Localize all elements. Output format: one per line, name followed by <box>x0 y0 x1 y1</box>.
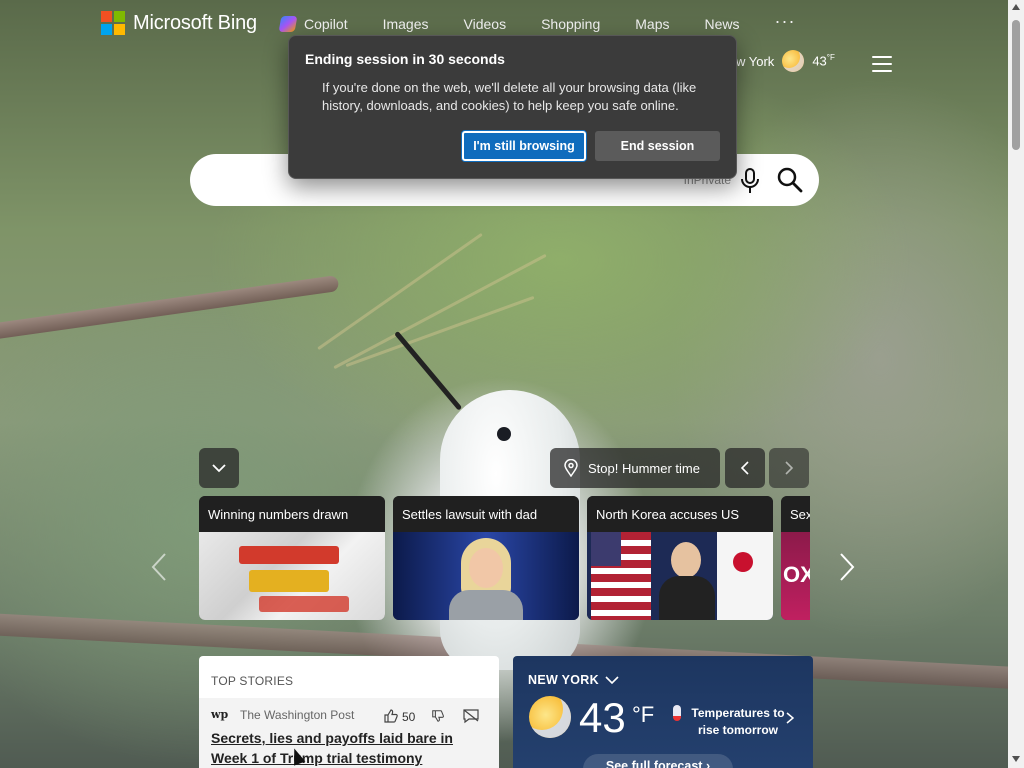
weather-location-dropdown[interactable]: NEW YORK <box>528 673 619 687</box>
next-image-button[interactable] <box>769 448 809 488</box>
chevron-right-icon <box>786 712 794 724</box>
location-pin-icon <box>564 459 578 477</box>
moon-partly-cloudy-icon <box>782 50 805 72</box>
dialog-message: If you're done on the web, we'll delete … <box>322 80 697 113</box>
news-card-title: Winning numbers drawn <box>199 496 385 532</box>
header-weather[interactable]: w York 43°F <box>736 50 835 72</box>
nav-news[interactable]: News <box>704 16 739 32</box>
hamburger-menu-icon[interactable] <box>872 56 892 72</box>
chevron-down-icon <box>605 675 619 684</box>
nav-images[interactable]: Images <box>383 16 429 32</box>
hummingbird-eye <box>497 427 511 441</box>
news-carousel: Winning numbers drawn Settles lawsuit wi… <box>199 496 810 620</box>
carousel-next-icon[interactable] <box>838 552 856 582</box>
news-card[interactable]: Winning numbers drawn <box>199 496 385 620</box>
collapse-feed-button[interactable] <box>199 448 239 488</box>
news-card-title: Sex <box>781 496 810 532</box>
news-card-title: Settles lawsuit with dad <box>393 496 579 532</box>
weather-location-label: NEW YORK <box>528 673 599 687</box>
nav-links: Copilot Images Videos Shopping Maps News… <box>278 11 830 32</box>
washington-post-logo-icon: wp <box>211 708 229 721</box>
thumbs-up-icon[interactable] <box>383 708 399 724</box>
carousel-prev-icon[interactable] <box>150 552 168 582</box>
header-weather-temp: 43°F <box>812 53 835 69</box>
celebrity-portrait-image <box>393 532 579 620</box>
scrollbar-thumb[interactable] <box>1012 20 1020 150</box>
news-card-title: North Korea accuses US <box>587 496 773 532</box>
press-briefing-image <box>587 532 773 620</box>
search-icon[interactable] <box>777 167 803 193</box>
top-stories-heading: TOP STORIES <box>211 674 294 688</box>
top-stories-card: TOP STORIES wp The Washington Post 50 Se… <box>199 656 499 768</box>
story-headline-link[interactable]: Secrets, lies and payoffs laid bare in W… <box>211 728 493 768</box>
twig-decoration <box>333 253 547 370</box>
news-card[interactable]: Settles lawsuit with dad <box>393 496 579 620</box>
nav-copilot-label: Copilot <box>304 16 348 32</box>
image-caption-text: Stop! Hummer time <box>588 460 700 476</box>
image-info-button[interactable]: Stop! Hummer time <box>550 448 720 488</box>
weather-trend[interactable]: Temperatures to rise tomorrow <box>683 705 793 739</box>
still-browsing-button[interactable]: I'm still browsing <box>462 131 586 161</box>
fox-studio-image: OX <box>781 532 810 620</box>
header-weather-location: w York <box>736 53 775 69</box>
nav-videos[interactable]: Videos <box>464 16 507 32</box>
chevron-left-icon <box>740 461 749 475</box>
comment-icon[interactable] <box>462 708 480 724</box>
microsoft-logo-icon <box>101 11 125 35</box>
chevron-right-icon <box>785 461 794 475</box>
thumbs-down-icon[interactable] <box>431 709 445 723</box>
microphone-icon[interactable] <box>739 168 761 194</box>
scroll-down-arrow-icon[interactable] <box>1012 756 1020 762</box>
weather-temperature: 43 <box>579 694 626 741</box>
branch-decoration <box>0 275 340 341</box>
hummingbird-beak <box>394 330 463 411</box>
end-session-button[interactable]: End session <box>595 131 720 161</box>
bing-logo-text: Microsoft Bing <box>133 11 257 34</box>
copilot-icon <box>278 16 298 32</box>
see-full-forecast-button[interactable]: See full forecast › <box>583 754 733 768</box>
weather-card: NEW YORK 43 °F Temperatures to rise tomo… <box>513 656 813 768</box>
nav-maps[interactable]: Maps <box>635 16 669 32</box>
story-source: The Washington Post <box>240 708 355 722</box>
nav-copilot[interactable]: Copilot <box>278 16 348 32</box>
moon-partly-cloudy-icon <box>529 696 571 738</box>
session-ending-dialog: Ending session in 30 seconds If you're d… <box>288 35 737 179</box>
thermometer-icon <box>673 705 681 721</box>
bing-logo[interactable]: Microsoft Bing <box>101 11 257 35</box>
nav-shopping[interactable]: Shopping <box>541 16 600 32</box>
like-count: 50 <box>402 710 416 724</box>
previous-image-button[interactable] <box>725 448 765 488</box>
chevron-down-icon <box>212 464 226 473</box>
news-card[interactable]: North Korea accuses US <box>587 496 773 620</box>
scroll-up-arrow-icon[interactable] <box>1012 4 1020 10</box>
dialog-title: Ending session in 30 seconds <box>305 51 505 67</box>
vertical-scrollbar[interactable] <box>1008 0 1024 768</box>
mega-millions-image <box>199 532 385 620</box>
weather-unit[interactable]: °F <box>632 702 654 728</box>
story-item[interactable]: wp The Washington Post 50 Secrets, lies … <box>199 698 499 768</box>
news-card[interactable]: Sex OX <box>781 496 810 620</box>
nav-more-button[interactable]: ··· <box>775 11 796 32</box>
